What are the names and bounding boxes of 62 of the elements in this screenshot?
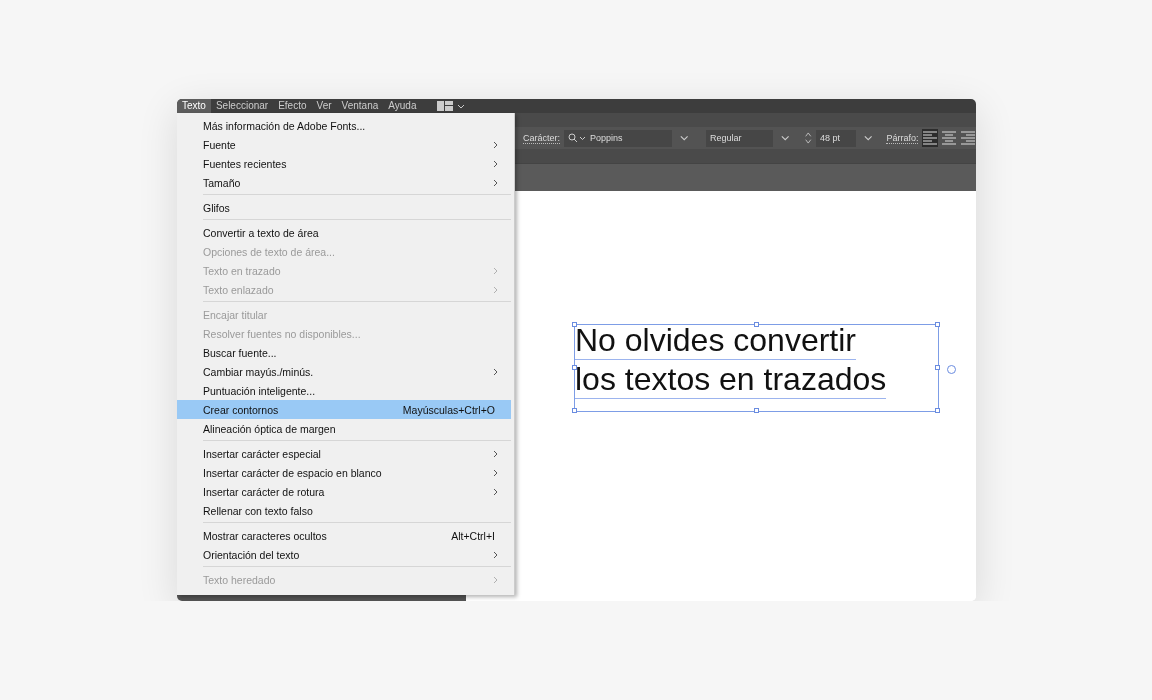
menu-item[interactable]: Puntuación inteligente... — [177, 381, 511, 400]
resize-handle[interactable] — [935, 322, 940, 327]
stepper-icon — [803, 130, 812, 146]
align-center-button[interactable] — [941, 129, 957, 147]
align-left-button[interactable] — [922, 129, 938, 147]
font-style: Regular — [710, 133, 742, 143]
resize-handle[interactable] — [572, 365, 577, 370]
menu-item[interactable]: Insertar carácter especial — [177, 444, 511, 463]
menu-item[interactable]: Cambiar mayús./minús. — [177, 362, 511, 381]
menu-bar-item[interactable]: Ver — [311, 99, 337, 113]
menu-item[interactable]: Crear contornos Mayúsculas+Ctrl+O — [177, 400, 511, 419]
menu-bar-item[interactable]: Ayuda — [383, 99, 422, 113]
character-label[interactable]: Carácter: — [523, 132, 560, 144]
dropdown-caret-icon — [864, 135, 873, 141]
menu-bar-item[interactable]: Efecto — [273, 99, 312, 113]
font-size-field[interactable]: 48 pt — [815, 129, 856, 147]
shortcut-text: Mayúsculas+Ctrl+O — [402, 403, 495, 416]
menu-item[interactable]: Alineación óptica de margen — [177, 419, 511, 438]
font-name: Poppins — [590, 133, 623, 143]
caret-icon — [457, 103, 466, 109]
text-port-handle[interactable] — [947, 365, 956, 374]
dropdown-caret-icon — [781, 135, 790, 141]
resize-handle[interactable] — [753, 408, 759, 413]
menu-item[interactable]: Más información de Adobe Fonts... — [177, 116, 511, 135]
menu-item: Encajar titular — [202, 307, 269, 323]
font-field[interactable]: Poppins — [564, 129, 672, 147]
menu-bar-item[interactable]: Ventana — [336, 99, 384, 113]
align-icon — [942, 131, 957, 145]
menu-item[interactable]: Tamaño — [177, 173, 511, 192]
menu-item: Opciones de texto de área... — [202, 244, 336, 260]
resize-handle[interactable] — [935, 408, 940, 413]
menu-item: Texto heredado — [177, 570, 511, 589]
menu-item[interactable]: Insertar carácter de espacio en blanco — [177, 463, 511, 482]
menu-item[interactable]: Mostrar caracteres ocultos Alt+Ctrl+I — [177, 526, 511, 545]
search-icon — [568, 133, 586, 143]
resize-handle[interactable] — [572, 322, 577, 327]
shortcut-text: Alt+Ctrl+I — [451, 529, 495, 542]
font-style-field[interactable]: Regular — [706, 129, 774, 147]
menu-bar-item[interactable]: Texto — [177, 99, 211, 113]
align-right-button[interactable] — [960, 129, 976, 147]
layout-icon — [437, 101, 454, 111]
menu-item[interactable]: Convertir a texto de área — [177, 223, 511, 242]
menu-item[interactable]: Fuente — [177, 135, 511, 154]
dropdown-caret-icon — [679, 135, 688, 141]
artboard-text: los textos en trazados — [575, 360, 887, 399]
resize-handle[interactable] — [572, 408, 577, 413]
menu-item[interactable]: Glifos — [177, 198, 511, 217]
font-size: 48 pt — [819, 133, 840, 143]
paragraph-label[interactable]: Párrafo: — [886, 132, 919, 144]
menu-item: Texto en trazado — [177, 261, 511, 280]
resize-handle[interactable] — [935, 365, 940, 370]
align-icon — [961, 131, 976, 145]
resize-handle[interactable] — [753, 322, 759, 327]
menu-item: Texto enlazado — [177, 280, 511, 299]
menu-item[interactable]: Buscar fuente... — [177, 343, 511, 362]
menu-item: Resolver fuentes no disponibles... — [202, 326, 362, 342]
menu-item[interactable]: Rellenar con texto falso — [177, 501, 511, 520]
menu-item[interactable]: Insertar carácter de rotura — [177, 482, 511, 501]
menu-bar-item[interactable]: Seleccionar — [210, 99, 274, 113]
menu-item[interactable]: Fuentes recientes — [177, 154, 511, 173]
align-icon — [923, 131, 938, 145]
menu-item[interactable]: Orientación del texto — [177, 545, 511, 564]
